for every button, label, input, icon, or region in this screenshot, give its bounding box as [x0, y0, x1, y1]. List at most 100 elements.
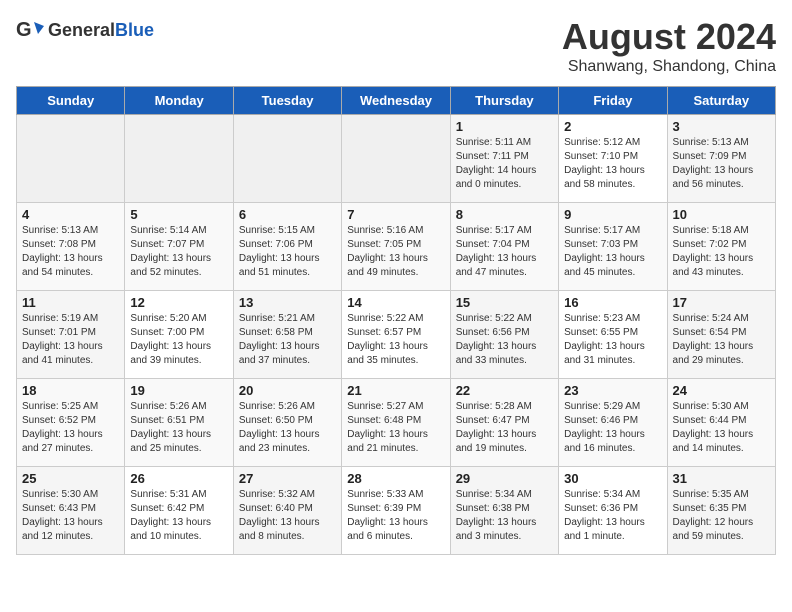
weekday-header-sunday: Sunday — [17, 87, 125, 115]
day-info: Sunrise: 5:32 AM Sunset: 6:40 PM Dayligh… — [239, 489, 320, 542]
calendar-cell: 14Sunrise: 5:22 AM Sunset: 6:57 PM Dayli… — [342, 291, 450, 379]
day-info: Sunrise: 5:35 AM Sunset: 6:35 PM Dayligh… — [673, 489, 754, 542]
calendar-header-row: SundayMondayTuesdayWednesdayThursdayFrid… — [17, 87, 776, 115]
calendar-cell: 7 Sunrise: 5:16 AM Sunset: 7:05 PM Daylig… — [342, 203, 450, 291]
day-info: Sunrise: 5:18 AM Sunset: 7:02 PM Dayligh… — [673, 225, 754, 278]
day-info: Sunrise: 5:22 AM Sunset: 6:56 PM Dayligh… — [456, 313, 537, 366]
calendar-week-4: 18 Sunrise: 5:25 AM Sunset: 6:52 PM Dayli… — [17, 379, 776, 467]
day-number: 7 — [347, 207, 444, 222]
day-info: Sunrise: 5:13 AM Sunset: 7:08 PM Dayligh… — [22, 225, 103, 278]
logo-general: General — [48, 20, 115, 40]
calendar-cell — [233, 115, 341, 203]
day-info: Sunrise: 5:19 AM Sunset: 7:01 PM Dayligh… — [22, 313, 103, 366]
day-number: 6 — [239, 207, 336, 222]
day-info: Sunrise: 5:29 AM Sunset: 6:46 PM Dayligh… — [564, 401, 645, 454]
day-info: Sunrise: 5:12 AM Sunset: 7:10 PM Dayligh… — [564, 137, 645, 190]
day-info: Sunrise: 5:22 AM Sunset: 6:57 PM Dayligh… — [347, 313, 428, 366]
calendar-cell: 25Sunrise: 5:30 AM Sunset: 6:43 PM Dayli… — [17, 467, 125, 555]
day-number: 27 — [239, 471, 336, 486]
day-info: Sunrise: 5:16 AM Sunset: 7:05 PM Dayligh… — [347, 225, 428, 278]
day-number: 17 — [673, 295, 770, 310]
day-number: 20 — [239, 383, 336, 398]
day-number: 1 — [456, 119, 553, 134]
calendar-cell: 4 Sunrise: 5:13 AM Sunset: 7:08 PM Daylig… — [17, 203, 125, 291]
day-number: 24 — [673, 383, 770, 398]
day-number: 10 — [673, 207, 770, 222]
calendar-cell — [125, 115, 233, 203]
calendar-cell: 16 Sunrise: 5:23 AM Sunset: 6:55 PM Dayli… — [559, 291, 667, 379]
calendar-cell: 12 Sunrise: 5:20 AM Sunset: 7:00 PM Dayli… — [125, 291, 233, 379]
day-number: 9 — [564, 207, 661, 222]
day-number: 18 — [22, 383, 119, 398]
calendar-cell: 21 Sunrise: 5:27 AM Sunset: 6:48 PM Dayli… — [342, 379, 450, 467]
day-info: Sunrise: 5:21 AM Sunset: 6:58 PM Dayligh… — [239, 313, 320, 366]
calendar-cell: 1 Sunrise: 5:11 AM Sunset: 7:11 PM Daylig… — [450, 115, 558, 203]
calendar-cell: 20 Sunrise: 5:26 AM Sunset: 6:50 PM Dayli… — [233, 379, 341, 467]
day-info: Sunrise: 5:17 AM Sunset: 7:03 PM Dayligh… — [564, 225, 645, 278]
weekday-header-friday: Friday — [559, 87, 667, 115]
calendar-cell: 22 Sunrise: 5:28 AM Sunset: 6:47 PM Dayli… — [450, 379, 558, 467]
calendar-cell: 11 Sunrise: 5:19 AM Sunset: 7:01 PM Dayli… — [17, 291, 125, 379]
day-info: Sunrise: 5:17 AM Sunset: 7:04 PM Dayligh… — [456, 225, 537, 278]
calendar-cell: 26 Sunrise: 5:31 AM Sunset: 6:42 PM Dayli… — [125, 467, 233, 555]
calendar-cell: 9 Sunrise: 5:17 AM Sunset: 7:03 PM Daylig… — [559, 203, 667, 291]
svg-text:G: G — [16, 19, 32, 41]
calendar-cell: 30 Sunrise: 5:34 AM Sunset: 6:36 PM Dayli… — [559, 467, 667, 555]
calendar-body: 1 Sunrise: 5:11 AM Sunset: 7:11 PM Daylig… — [17, 115, 776, 555]
weekday-header-tuesday: Tuesday — [233, 87, 341, 115]
day-info: Sunrise: 5:28 AM Sunset: 6:47 PM Dayligh… — [456, 401, 537, 454]
calendar-cell: 6 Sunrise: 5:15 AM Sunset: 7:06 PM Daylig… — [233, 203, 341, 291]
calendar-title: August 2024 — [562, 16, 776, 58]
day-info: Sunrise: 5:13 AM Sunset: 7:09 PM Dayligh… — [673, 137, 754, 190]
weekday-header-monday: Monday — [125, 87, 233, 115]
calendar-cell: 31 Sunrise: 5:35 AM Sunset: 6:35 PM Dayli… — [667, 467, 775, 555]
day-number: 16 — [564, 295, 661, 310]
day-number: 15 — [456, 295, 553, 310]
day-number: 31 — [673, 471, 770, 486]
day-info: Sunrise: 5:11 AM Sunset: 7:11 PM Dayligh… — [456, 137, 537, 190]
day-number: 22 — [456, 383, 553, 398]
day-info: Sunrise: 5:26 AM Sunset: 6:50 PM Dayligh… — [239, 401, 320, 454]
calendar-cell: 29Sunrise: 5:34 AM Sunset: 6:38 PM Dayli… — [450, 467, 558, 555]
calendar-cell: 5Sunrise: 5:14 AM Sunset: 7:07 PM Daylig… — [125, 203, 233, 291]
day-info: Sunrise: 5:23 AM Sunset: 6:55 PM Dayligh… — [564, 313, 645, 366]
day-number: 21 — [347, 383, 444, 398]
day-info: Sunrise: 5:20 AM Sunset: 7:00 PM Dayligh… — [130, 313, 211, 366]
day-number: 23 — [564, 383, 661, 398]
day-number: 11 — [22, 295, 119, 310]
day-number: 19 — [130, 383, 227, 398]
calendar-cell: 18 Sunrise: 5:25 AM Sunset: 6:52 PM Dayli… — [17, 379, 125, 467]
calendar-table: SundayMondayTuesdayWednesdayThursdayFrid… — [16, 86, 776, 555]
day-number: 2 — [564, 119, 661, 134]
calendar-week-5: 25Sunrise: 5:30 AM Sunset: 6:43 PM Dayli… — [17, 467, 776, 555]
day-info: Sunrise: 5:31 AM Sunset: 6:42 PM Dayligh… — [130, 489, 211, 542]
day-number: 26 — [130, 471, 227, 486]
calendar-cell: 3Sunrise: 5:13 AM Sunset: 7:09 PM Daylig… — [667, 115, 775, 203]
calendar-week-2: 4 Sunrise: 5:13 AM Sunset: 7:08 PM Daylig… — [17, 203, 776, 291]
calendar-cell — [17, 115, 125, 203]
calendar-cell: 2 Sunrise: 5:12 AM Sunset: 7:10 PM Daylig… — [559, 115, 667, 203]
calendar-week-1: 1 Sunrise: 5:11 AM Sunset: 7:11 PM Daylig… — [17, 115, 776, 203]
day-number: 5 — [130, 207, 227, 222]
day-number: 30 — [564, 471, 661, 486]
day-info: Sunrise: 5:25 AM Sunset: 6:52 PM Dayligh… — [22, 401, 103, 454]
day-number: 4 — [22, 207, 119, 222]
day-info: Sunrise: 5:27 AM Sunset: 6:48 PM Dayligh… — [347, 401, 428, 454]
day-number: 12 — [130, 295, 227, 310]
logo: G GeneralBlue — [16, 16, 154, 44]
title-block: August 2024 Shanwang, Shandong, China — [562, 16, 776, 76]
calendar-cell: 24 Sunrise: 5:30 AM Sunset: 6:44 PM Dayli… — [667, 379, 775, 467]
calendar-cell: 10 Sunrise: 5:18 AM Sunset: 7:02 PM Dayli… — [667, 203, 775, 291]
day-info: Sunrise: 5:30 AM Sunset: 6:44 PM Dayligh… — [673, 401, 754, 454]
day-number: 29 — [456, 471, 553, 486]
day-info: Sunrise: 5:34 AM Sunset: 6:36 PM Dayligh… — [564, 489, 645, 542]
day-info: Sunrise: 5:15 AM Sunset: 7:06 PM Dayligh… — [239, 225, 320, 278]
day-number: 25 — [22, 471, 119, 486]
day-number: 8 — [456, 207, 553, 222]
calendar-cell: 23 Sunrise: 5:29 AM Sunset: 6:46 PM Dayli… — [559, 379, 667, 467]
day-info: Sunrise: 5:24 AM Sunset: 6:54 PM Dayligh… — [673, 313, 754, 366]
calendar-cell — [342, 115, 450, 203]
logo-blue: Blue — [115, 20, 154, 40]
logo-icon: G — [16, 16, 44, 44]
calendar-cell: 15 Sunrise: 5:22 AM Sunset: 6:56 PM Dayli… — [450, 291, 558, 379]
